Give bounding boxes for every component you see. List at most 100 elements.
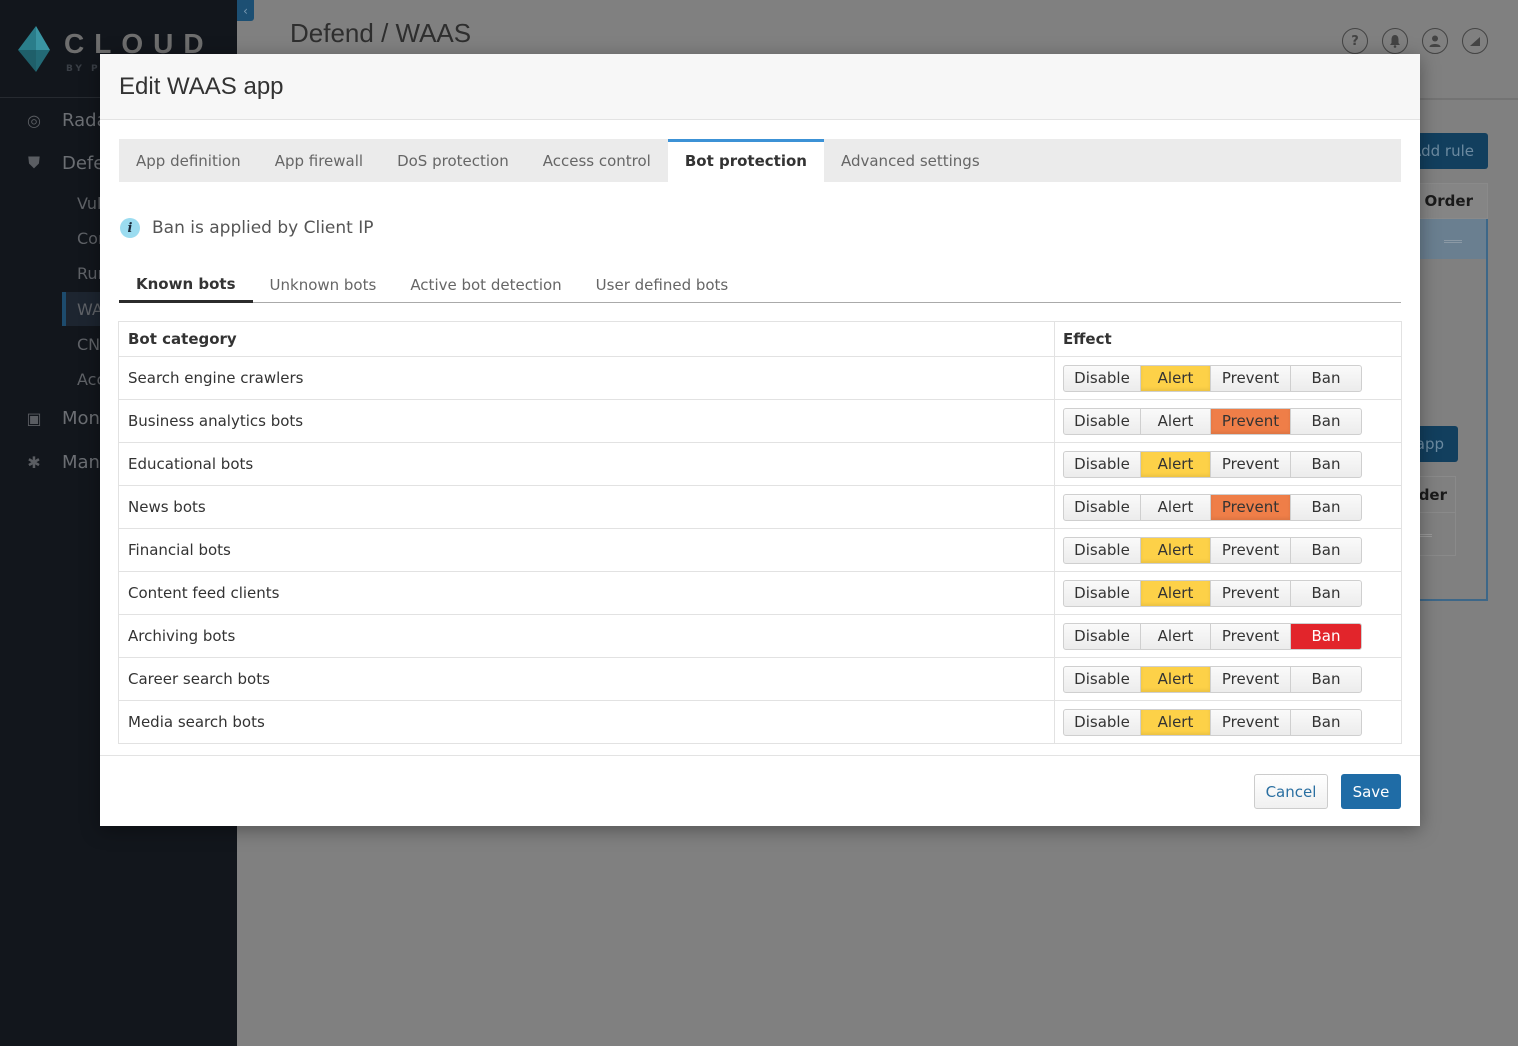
chart-icon[interactable] xyxy=(1462,28,1488,54)
effect-option-alert[interactable]: Alert xyxy=(1141,709,1211,735)
bot-category-cell: Financial bots xyxy=(118,528,1055,572)
effect-option-prevent[interactable]: Prevent xyxy=(1211,494,1291,520)
table-row: Search engine crawlers Disable Alert Preven… xyxy=(118,356,1402,400)
effect-option-disable[interactable]: Disable xyxy=(1064,451,1141,477)
page-title: Defend / WAAS xyxy=(290,18,472,48)
tab-bot-protection[interactable]: Bot protection xyxy=(667,139,824,182)
subtab-user-defined-bots[interactable]: User defined bots xyxy=(579,266,746,303)
effect-option-disable[interactable]: Disable xyxy=(1064,580,1141,606)
effect-option-prevent[interactable]: Prevent xyxy=(1211,709,1291,735)
effect-option-alert[interactable]: Alert xyxy=(1141,537,1211,563)
save-button[interactable]: Save xyxy=(1341,774,1401,809)
subtab-known-bots[interactable]: Known bots xyxy=(119,266,253,303)
effect-option-prevent[interactable]: Prevent xyxy=(1211,365,1291,391)
info-icon: i xyxy=(120,218,140,238)
effect-toggle-group: Disable Alert Prevent Ban xyxy=(1063,536,1362,564)
bell-icon[interactable] xyxy=(1382,28,1408,54)
effect-option-disable[interactable]: Disable xyxy=(1064,666,1141,692)
effect-option-alert[interactable]: Alert xyxy=(1141,408,1211,434)
bot-category-cell: Media search bots xyxy=(118,700,1055,744)
info-message: i Ban is applied by Client IP xyxy=(120,218,373,238)
effect-option-prevent[interactable]: Prevent xyxy=(1211,580,1291,606)
selected-rule-row[interactable] xyxy=(1410,219,1486,259)
bot-category-cell: Search engine crawlers xyxy=(118,356,1055,400)
tab-access-control[interactable]: Access control xyxy=(526,139,668,182)
modal-title: Edit WAAS app xyxy=(119,72,284,100)
effect-option-alert[interactable]: Alert xyxy=(1141,623,1211,649)
known-bots-table: Bot category Effect Search engine crawle… xyxy=(118,321,1402,744)
bot-category-cell: News bots xyxy=(118,485,1055,529)
effect-option-ban[interactable]: Ban xyxy=(1291,538,1361,563)
effect-option-alert[interactable]: Alert xyxy=(1141,451,1211,477)
order-column-header: Order xyxy=(1410,183,1488,219)
effect-option-ban[interactable]: Ban xyxy=(1291,581,1361,606)
effect-option-ban[interactable]: Ban xyxy=(1291,710,1361,735)
shield-icon: ⛊ xyxy=(27,153,40,172)
sidebar-collapse-button[interactable]: ‹ xyxy=(237,0,254,21)
subtab-active-bot-detection[interactable]: Active bot detection xyxy=(393,266,578,303)
drag-handle-icon[interactable] xyxy=(1420,534,1432,537)
effect-option-alert[interactable]: Alert xyxy=(1141,580,1211,606)
cancel-button[interactable]: Cancel xyxy=(1254,774,1328,809)
tab-app-firewall[interactable]: App firewall xyxy=(258,139,380,182)
effect-option-alert[interactable]: Alert xyxy=(1141,365,1211,391)
effect-option-disable[interactable]: Disable xyxy=(1064,365,1141,391)
radar-icon: ◎ xyxy=(27,110,41,130)
effect-option-disable[interactable]: Disable xyxy=(1064,408,1141,434)
effect-toggle-group: Disable Alert Prevent Ban xyxy=(1063,493,1362,521)
effect-option-prevent[interactable]: Prevent xyxy=(1211,451,1291,477)
effect-option-disable[interactable]: Disable xyxy=(1064,623,1141,649)
help-icon[interactable]: ? xyxy=(1342,28,1368,54)
effect-option-ban[interactable]: Ban xyxy=(1291,623,1361,649)
user-icon[interactable] xyxy=(1422,28,1448,54)
effect-cell: Disable Alert Prevent Ban xyxy=(1054,356,1402,400)
table-row: Media search bots Disable Alert Prevent Ban xyxy=(118,700,1402,744)
tab-advanced-settings[interactable]: Advanced settings xyxy=(824,139,997,182)
gear-icon: ✱ xyxy=(27,452,41,472)
effect-option-ban[interactable]: Ban xyxy=(1291,667,1361,692)
column-header-effect: Effect xyxy=(1054,321,1402,357)
modal-footer: Cancel Save xyxy=(100,755,1420,826)
table-row: Content feed clients Disable Alert Prevent B… xyxy=(118,571,1402,615)
tab-dos-protection[interactable]: DoS protection xyxy=(380,139,526,182)
effect-option-prevent[interactable]: Prevent xyxy=(1211,408,1291,434)
effect-option-disable[interactable]: Disable xyxy=(1064,494,1141,520)
effect-option-alert[interactable]: Alert xyxy=(1141,494,1211,520)
bot-category-cell: Archiving bots xyxy=(118,614,1055,658)
bot-subtabs: Known bots Unknown bots Active bot detec… xyxy=(119,266,1401,303)
effect-cell: Disable Alert Prevent Ban xyxy=(1054,614,1402,658)
effect-option-prevent[interactable]: Prevent xyxy=(1211,623,1291,649)
chevron-left-icon: ‹ xyxy=(243,3,248,18)
effect-toggle-group: Disable Alert Prevent Ban xyxy=(1063,407,1362,435)
bot-category-cell: Educational bots xyxy=(118,442,1055,486)
table-row: Business analytics bots Disable Alert Preve… xyxy=(118,399,1402,443)
monitor-icon: ▣ xyxy=(26,408,42,428)
column-header-bot-category: Bot category xyxy=(118,321,1055,357)
effect-cell: Disable Alert Prevent Ban xyxy=(1054,399,1402,443)
effect-cell: Disable Alert Prevent Ban xyxy=(1054,442,1402,486)
subtab-unknown-bots[interactable]: Unknown bots xyxy=(253,266,394,303)
effect-toggle-group: Disable Alert Prevent Ban xyxy=(1063,665,1362,693)
effect-option-disable[interactable]: Disable xyxy=(1064,537,1141,563)
effect-toggle-group: Disable Alert Prevent Ban xyxy=(1063,708,1362,736)
effect-option-ban[interactable]: Ban xyxy=(1291,452,1361,477)
modal-header: Edit WAAS app xyxy=(100,54,1420,120)
tab-app-definition[interactable]: App definition xyxy=(119,139,258,182)
effect-toggle-group: Disable Alert Prevent Ban xyxy=(1063,579,1362,607)
table-header-row: Bot category Effect xyxy=(118,321,1402,357)
effect-option-ban[interactable]: Ban xyxy=(1291,495,1361,520)
effect-option-ban[interactable]: Ban xyxy=(1291,409,1361,434)
effect-option-prevent[interactable]: Prevent xyxy=(1211,537,1291,563)
effect-option-ban[interactable]: Ban xyxy=(1291,366,1361,391)
bot-category-cell: Career search bots xyxy=(118,657,1055,701)
effect-toggle-group: Disable Alert Prevent Ban xyxy=(1063,364,1362,392)
effect-cell: Disable Alert Prevent Ban xyxy=(1054,571,1402,615)
table-row: Financial bots Disable Alert Prevent Ban xyxy=(118,528,1402,572)
effect-cell: Disable Alert Prevent Ban xyxy=(1054,657,1402,701)
table-row: Archiving bots Disable Alert Prevent Ban xyxy=(118,614,1402,658)
effect-option-alert[interactable]: Alert xyxy=(1141,666,1211,692)
modal-tabs: App definition App firewall DoS protecti… xyxy=(119,139,1401,182)
effect-option-disable[interactable]: Disable xyxy=(1064,709,1141,735)
drag-handle-icon[interactable] xyxy=(1444,240,1462,243)
effect-option-prevent[interactable]: Prevent xyxy=(1211,666,1291,692)
